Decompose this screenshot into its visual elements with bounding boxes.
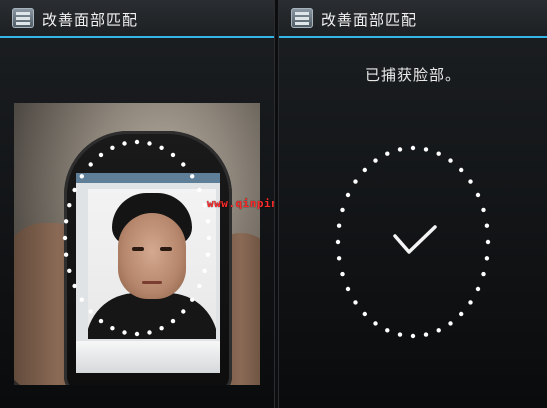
- capture-ring-dot: [459, 311, 464, 317]
- capture-ring-dot: [397, 332, 403, 337]
- capture-ring-dot: [484, 223, 490, 228]
- face-guide-dot: [122, 330, 127, 335]
- face-guide-dot: [170, 152, 176, 158]
- capture-ring-dot: [385, 328, 390, 333]
- face-guide-dot: [159, 145, 164, 150]
- face-guide-dot: [190, 297, 195, 302]
- face-guide-dot: [197, 187, 202, 193]
- left-screen: 改善面部匹配 www.qinpinchang.com: [0, 0, 274, 408]
- capture-ring-dot: [340, 207, 345, 213]
- capture-ring-dot: [353, 179, 358, 184]
- capture-ring-dot: [362, 167, 367, 173]
- capture-ring-dot: [468, 179, 473, 184]
- face-guide-dot: [62, 235, 68, 241]
- capture-complete-ring: [335, 145, 491, 339]
- face-guide-dot: [205, 252, 211, 257]
- face-guide-dot: [63, 219, 69, 224]
- watermark-text: www.qinpinchang.com: [207, 197, 274, 210]
- face-guide-dot: [159, 326, 164, 331]
- face-guide-dot: [134, 139, 140, 145]
- capture-ring-dot: [468, 300, 473, 305]
- face-guide-dot: [190, 174, 195, 179]
- face-guide-dot: [205, 219, 211, 224]
- capture-ring-dot: [340, 271, 345, 277]
- face-guide-dot: [79, 174, 85, 179]
- capture-ring-dot: [410, 333, 416, 339]
- face-guide-dot: [98, 152, 104, 158]
- capture-ring-dot: [481, 271, 486, 277]
- face-guide-dot: [110, 145, 115, 150]
- capture-ring-dot: [353, 300, 358, 305]
- capture-ring-dot: [362, 311, 367, 317]
- capture-ring-dot: [436, 328, 441, 333]
- capture-ring-dot: [436, 151, 441, 156]
- face-guide-dot: [110, 326, 115, 331]
- capture-ring-dot: [335, 239, 341, 245]
- capture-ring-dot: [448, 158, 453, 163]
- face-guide-dot: [181, 309, 186, 314]
- face-guide-dot: [170, 318, 176, 324]
- face-guide-dot: [202, 268, 207, 273]
- capture-ring-dot: [345, 286, 351, 292]
- face-guide-dot: [72, 187, 77, 193]
- face-guide-dot: [72, 283, 77, 289]
- face-guide-dot: [147, 330, 152, 335]
- face-guide-dot: [67, 268, 72, 273]
- capture-ring-dot: [373, 321, 378, 326]
- capture-ring-dot: [345, 192, 351, 198]
- capture-ring-dot: [397, 147, 403, 152]
- face-guide-dot: [79, 297, 85, 302]
- capture-ring-dot: [448, 321, 453, 326]
- face-guide-dot: [197, 283, 202, 289]
- capture-ring-dot: [475, 192, 481, 198]
- face-guide-dot: [147, 141, 152, 146]
- capture-ring-dot: [423, 147, 429, 152]
- capture-ring-dot: [459, 167, 464, 173]
- capture-ring-dot: [410, 145, 416, 151]
- face-guide-dot: [206, 235, 212, 241]
- capture-ring-dot: [485, 239, 491, 245]
- face-guide-dot: [88, 162, 93, 167]
- face-guide-dot: [98, 318, 104, 324]
- face-guide-dot: [88, 309, 93, 314]
- face-guide-dot: [181, 162, 186, 167]
- capture-ring-dot: [481, 207, 486, 213]
- capture-ring-dot: [336, 256, 342, 261]
- capture-ring-dot: [336, 223, 342, 228]
- capture-ring-dot: [484, 256, 490, 261]
- capture-ring-dot: [373, 158, 378, 163]
- capture-ring-dot: [385, 151, 390, 156]
- face-guide-dot: [122, 141, 127, 146]
- right-screen: 改善面部匹配 已捕获脸部。: [279, 0, 547, 408]
- screenshot-stage: 改善面部匹配 www.qinpinchang.com: [0, 0, 547, 408]
- capture-ring-dot: [475, 286, 481, 292]
- checkmark-icon: [393, 225, 437, 254]
- capture-ring-dot: [423, 332, 429, 337]
- face-guide-dot: [67, 203, 72, 208]
- face-guide-dot: [63, 252, 69, 257]
- face-guide-dot: [134, 331, 140, 337]
